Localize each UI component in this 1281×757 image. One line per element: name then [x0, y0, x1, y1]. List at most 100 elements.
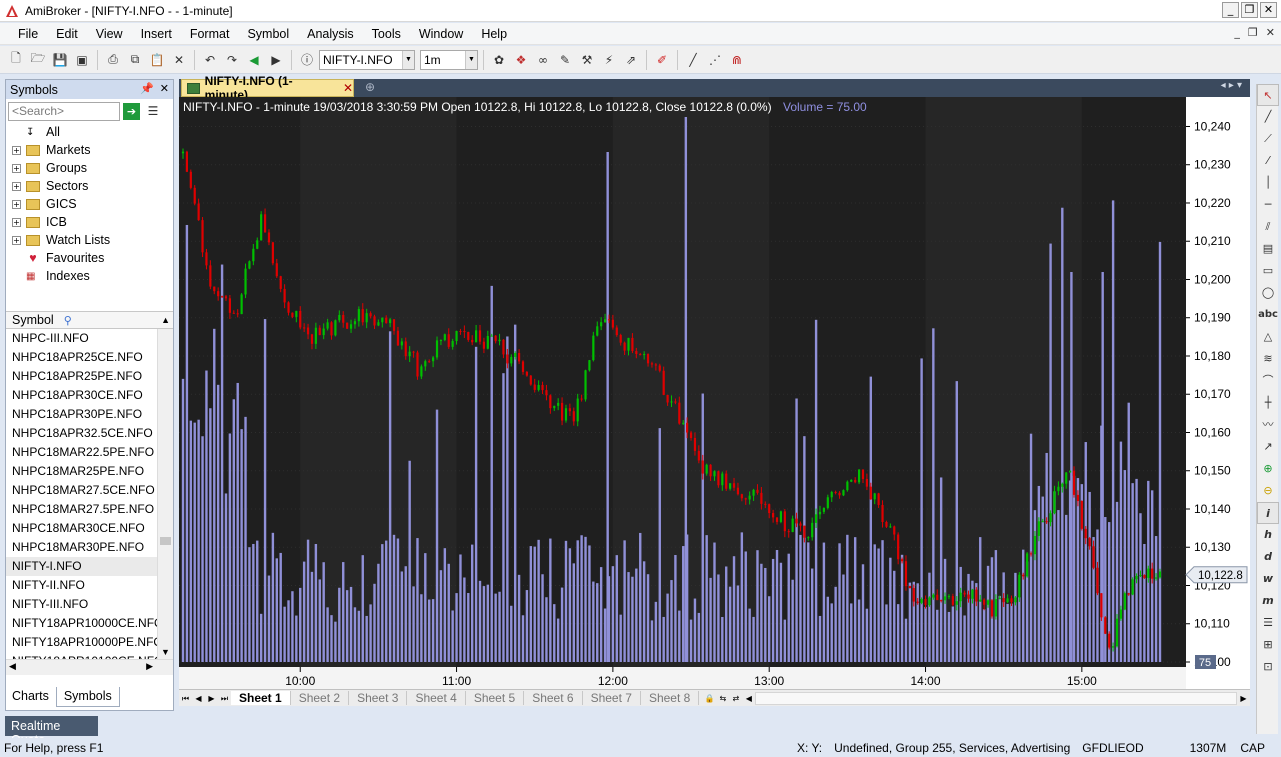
interval-combo[interactable]: 1m ▼ [420, 49, 478, 70]
tree-node-sectors[interactable]: + Sectors [6, 177, 173, 195]
symbol-list-scrollbar[interactable]: ▼ [157, 329, 173, 659]
symbol-row[interactable]: NIFTY-I.NFO [6, 557, 158, 576]
hammer-icon[interactable]: ⚒ [577, 50, 597, 70]
prev-sheet-icon[interactable]: ◀ [192, 691, 205, 706]
tree-node-icb[interactable]: + ICB [6, 213, 173, 231]
ray-icon[interactable]: ⟋ [1257, 128, 1279, 150]
sheet-tab-8[interactable]: Sheet 8 [641, 691, 700, 705]
menu-insert[interactable]: Insert [129, 27, 178, 41]
mdi-minimize-icon[interactable]: _ [1234, 26, 1240, 39]
close-button[interactable]: ✕ [1260, 2, 1277, 18]
save-icon[interactable]: 💾 [50, 50, 70, 70]
hscroll-left-icon[interactable]: ◀ [742, 691, 755, 706]
next-sheet-icon[interactable]: ▶ [205, 691, 218, 706]
sheet-tab-4[interactable]: Sheet 4 [407, 691, 466, 705]
tree-node-all[interactable]: ↧ All [6, 123, 173, 141]
close-tab-icon[interactable]: ✕ [343, 81, 353, 95]
zoom-in-icon[interactable]: ⊕ [1257, 458, 1279, 480]
fit-view-icon[interactable]: ⊡ [1257, 656, 1279, 678]
list-options-icon[interactable]: ☰ [143, 101, 163, 121]
zigzag-icon[interactable]: 〰 [1257, 414, 1279, 436]
realtime-quote-button[interactable]: Realtime Quote [5, 716, 98, 747]
sheet-tab-5[interactable]: Sheet 5 [466, 691, 525, 705]
channel-icon[interactable]: ⫽ [1257, 216, 1279, 238]
delete-icon[interactable]: ✕ [169, 50, 189, 70]
color-pen-icon[interactable]: ✐ [652, 50, 672, 70]
menu-help[interactable]: Help [469, 27, 513, 41]
symbol-combo[interactable]: NIFTY-I.NFO ▼ [319, 49, 415, 70]
tree-node-markets[interactable]: + Markets [6, 141, 173, 159]
mdi-restore-icon[interactable]: ❐ [1248, 26, 1258, 39]
new-icon[interactable]: 🗋 [6, 50, 26, 70]
menu-window[interactable]: Window [407, 27, 469, 41]
symbol-row[interactable]: NHPC18MAR22.5PE.NFO [6, 443, 158, 462]
expand-icon[interactable]: + [12, 199, 21, 209]
symbol-row[interactable]: NIFTY18APR10000PE.NFO [6, 633, 158, 652]
tab-symbols[interactable]: Symbols [55, 687, 120, 707]
info-icon[interactable]: ⓘ [297, 50, 317, 70]
forward-icon[interactable]: ▶ [266, 50, 286, 70]
symbol-row[interactable]: NHPC18APR30PE.NFO [6, 405, 158, 424]
new-tab-icon[interactable]: ⊕ [365, 80, 375, 94]
sheet-option2-icon[interactable]: ⇄ [729, 691, 742, 706]
fibonacci-icon[interactable]: ▤ [1257, 238, 1279, 260]
chart-style-icon[interactable]: ✿ [489, 50, 509, 70]
close-icon[interactable]: ✕ [160, 82, 169, 95]
zoom-out-icon[interactable]: ⊖ [1257, 480, 1279, 502]
export-icon[interactable]: ⇗ [621, 50, 641, 70]
symbol-list-hscrollbar[interactable]: ◀ ▶ [6, 659, 173, 675]
redo-icon[interactable]: ↷ [222, 50, 242, 70]
expand-icon[interactable]: + [12, 217, 21, 227]
symbol-row[interactable]: NIFTY-III.NFO [6, 595, 158, 614]
save-all-icon[interactable]: ▣ [72, 50, 92, 70]
chevron-down-icon[interactable]: ▼ [465, 50, 477, 69]
sort-icon[interactable]: ⚲ [64, 314, 72, 327]
expand-icon[interactable]: + [12, 145, 21, 155]
grid-view-icon[interactable]: ⊞ [1257, 634, 1279, 656]
symbol-row[interactable]: NHPC18APR25PE.NFO [6, 367, 158, 386]
symbol-row[interactable]: NHPC18MAR30PE.NFO [6, 538, 158, 557]
scroll-down-icon[interactable]: ▼ [161, 647, 170, 657]
text-tool-icon[interactable]: abc [1257, 304, 1279, 326]
formula-icon[interactable]: ✎ [555, 50, 575, 70]
tab-scroll-icon[interactable]: ◂ ▸ ▾ [1221, 80, 1242, 91]
chart-tab[interactable]: NIFTY-I.NFO (1-minute) ✕ [181, 74, 354, 102]
price-chart[interactable]: 10,240 10,230 10,220 10,210 10,200 10,190 10,1… [179, 97, 1250, 689]
undo-icon[interactable]: ↶ [200, 50, 220, 70]
menu-analysis[interactable]: Analysis [295, 27, 360, 41]
symbol-row[interactable]: NIFTY18APR10000CE.NFO [6, 614, 158, 633]
indicator-icon[interactable]: ∞ [533, 50, 553, 70]
symbol-list-header[interactable]: Symbol ⚲ ▲ [6, 311, 173, 329]
symbol-row[interactable]: NHPC18APR30CE.NFO [6, 386, 158, 405]
menu-view[interactable]: View [84, 27, 129, 41]
italic-i-icon[interactable]: i [1257, 502, 1279, 524]
tree-node-groups[interactable]: + Groups [6, 159, 173, 177]
rectangle-icon[interactable]: ▭ [1257, 260, 1279, 282]
magnet-icon[interactable]: ⋒ [727, 50, 747, 70]
interval-d-icon[interactable]: d [1257, 546, 1279, 568]
print-icon[interactable]: ⎙ [103, 50, 123, 70]
vertical-line-icon[interactable]: │ [1257, 172, 1279, 194]
symbol-row[interactable]: NHPC18MAR27.5CE.NFO [6, 481, 158, 500]
sheet-tab-7[interactable]: Sheet 7 [583, 691, 641, 705]
tree-node-favourites[interactable]: ♥ Favourites [6, 249, 173, 267]
paste-icon[interactable]: 📋 [147, 50, 167, 70]
menu-edit[interactable]: Edit [44, 27, 84, 41]
scroll-right-icon[interactable]: ▶ [146, 661, 153, 672]
symbol-row[interactable]: NHPC18MAR25PE.NFO [6, 462, 158, 481]
gann-icon[interactable]: ≋ [1257, 348, 1279, 370]
go-arrow-icon[interactable]: ➔ [123, 102, 140, 120]
tree-node-gics[interactable]: + GICS [6, 195, 173, 213]
tree-node-indexes[interactable]: ▦ Indexes [6, 267, 173, 285]
mdi-close-icon[interactable]: ✕ [1266, 26, 1275, 39]
copy-icon[interactable]: ⧉ [125, 50, 145, 70]
symbol-row[interactable]: NHPC18MAR27.5PE.NFO [6, 500, 158, 519]
chevron-down-icon[interactable]: ▼ [402, 50, 414, 69]
symbol-row[interactable]: NHPC18MAR30CE.NFO [6, 519, 158, 538]
open-icon[interactable]: 🗁 [28, 50, 48, 70]
menu-file[interactable]: File [0, 27, 44, 41]
candle-icon[interactable]: ❖ [511, 50, 531, 70]
first-sheet-icon[interactable]: ⏮ [179, 691, 192, 706]
chart-hscrollbar[interactable] [755, 691, 1237, 705]
lock-icon[interactable]: 🔒 [703, 691, 716, 706]
